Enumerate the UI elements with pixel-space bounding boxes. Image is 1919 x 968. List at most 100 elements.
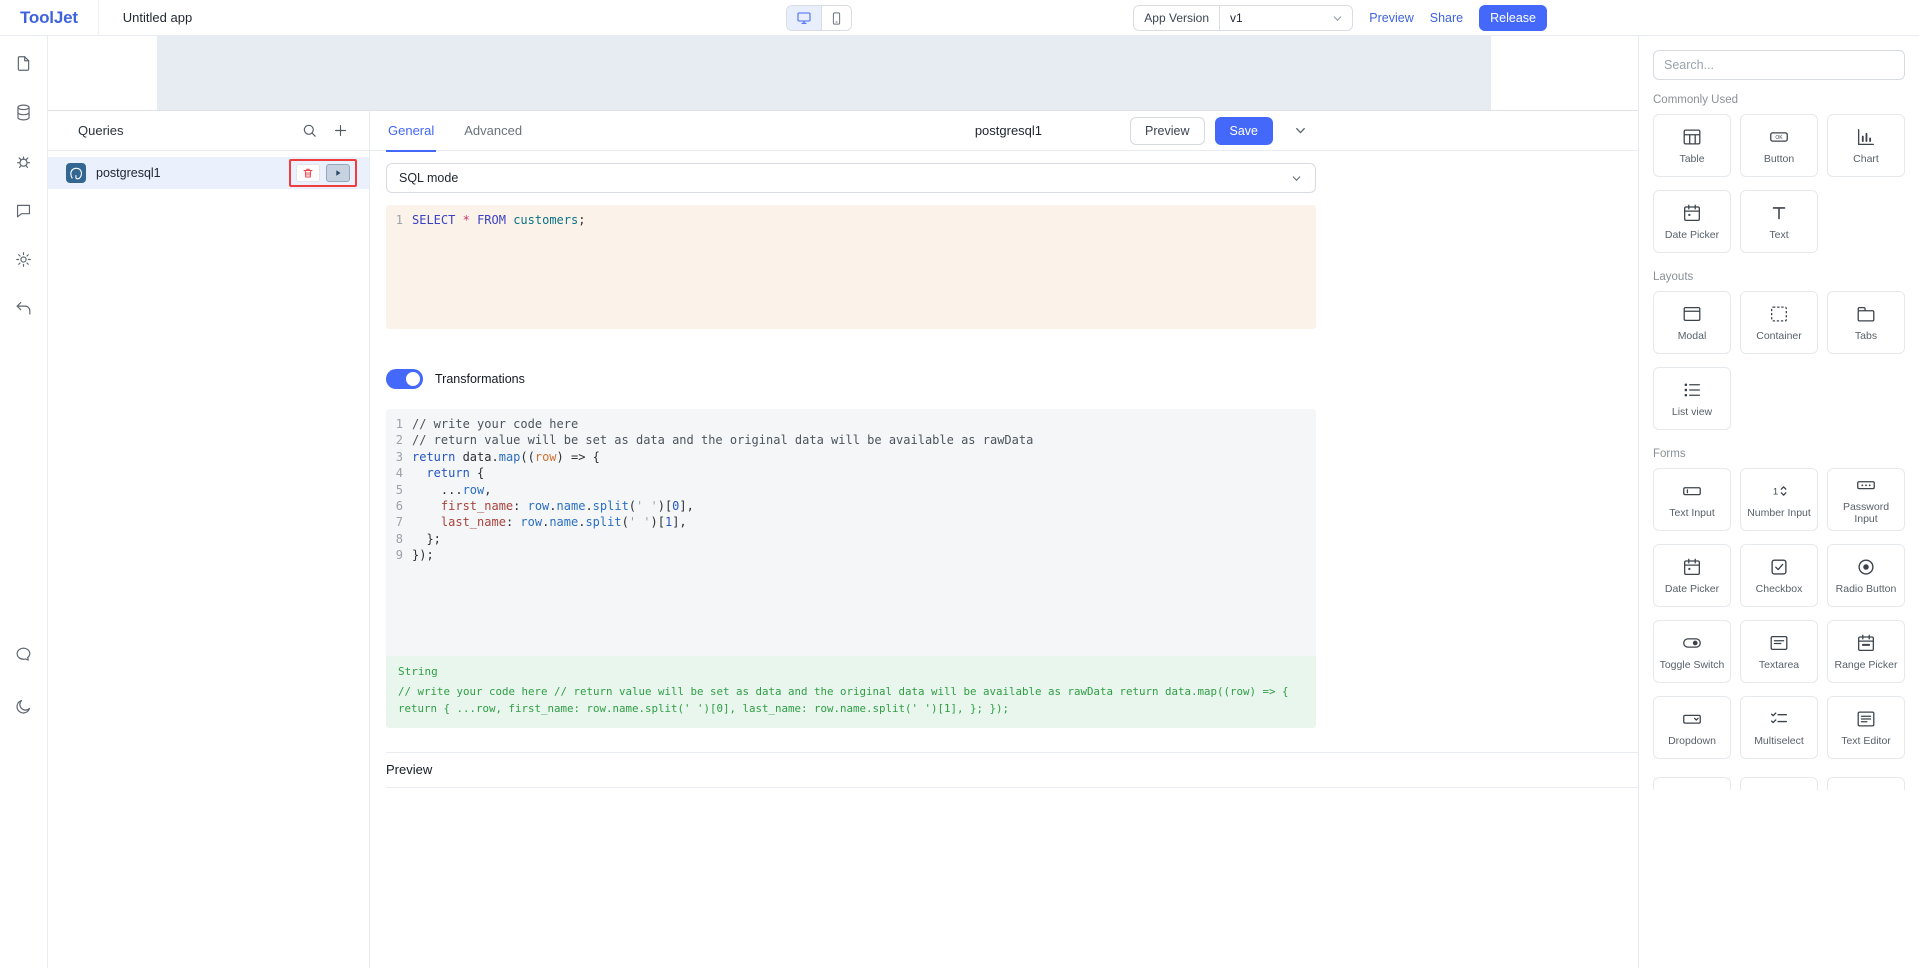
left-rail-bottom-items [0,638,47,722]
widget-card-button[interactable]: OK Button [1740,114,1818,177]
chat-bubble-icon [14,645,33,664]
line-number: 2 [386,432,412,448]
widget-card-password-input[interactable]: Password Input [1827,468,1905,531]
widget-card-range-picker[interactable]: Range Picker [1827,620,1905,683]
share-link[interactable]: Share [1430,11,1463,25]
widget-label: Button [1764,153,1794,165]
code-line: 3return data.map((row) => { [386,449,1316,465]
widget-label: Container [1756,330,1802,342]
tooljet-logo[interactable]: ToolJet [20,8,78,28]
chevron-down-icon [1293,123,1308,138]
widget-card-partial[interactable] [1653,777,1731,790]
widget-card-text-editor[interactable]: Text Editor [1827,696,1905,759]
app-title[interactable]: Untitled app [123,10,192,25]
rail-button-comments[interactable] [8,194,40,226]
mobile-view-button[interactable] [821,6,851,30]
widget-card-container[interactable]: Container [1740,291,1818,354]
workspace: Queries postgresql1 [48,36,1638,968]
preview-link[interactable]: Preview [1369,11,1413,25]
query-list: postgresql1 [48,151,369,189]
checkbox-icon [1768,556,1790,578]
tabs-icon [1855,303,1877,325]
widget-section-title: Forms [1653,448,1905,460]
widget-card-dropdown[interactable]: Dropdown [1653,696,1731,759]
rail-button-debugger[interactable] [8,145,40,177]
rail-button-datasources[interactable] [8,96,40,128]
widget-grid: Modal Container Tabs List view [1653,291,1905,430]
app-canvas[interactable] [157,36,1491,110]
line-number: 9 [386,547,412,563]
texteditor-icon [1855,708,1877,730]
app-version-label: App Version [1134,6,1220,30]
code-text: return data.map((row) => { [412,449,600,465]
rail-button-pages[interactable] [8,47,40,79]
widget-card-tabs[interactable]: Tabs [1827,291,1905,354]
delete-query-button[interactable] [296,164,320,182]
widget-card-date-picker[interactable]: Date Picker [1653,190,1731,253]
widget-section-title: Commonly Used [1653,94,1905,106]
widget-label: Password Input [1830,501,1902,525]
button-icon: OK [1768,126,1790,148]
rail-button-undo[interactable] [8,292,40,324]
code-line: 1SELECT * FROM customers; [386,212,1316,228]
query-save-button[interactable]: Save [1215,117,1274,145]
code-line: 4 return { [386,465,1316,481]
widget-card-modal[interactable]: Modal [1653,291,1731,354]
code-line: 2// return value will be set as data and… [386,432,1316,448]
widget-label: Text Input [1669,507,1715,519]
widget-search-input[interactable] [1664,58,1894,72]
query-list-item[interactable]: postgresql1 [48,157,369,189]
transformations-label: Transformations [435,372,525,386]
rail-button-settings[interactable] [8,243,40,275]
result-value: // write your code here // return value … [398,684,1304,717]
widget-label: Dropdown [1668,735,1716,747]
query-panel: Queries postgresql1 [48,110,1638,968]
tab-general[interactable]: General [386,111,436,151]
pages-icon [14,54,33,73]
widget-card-partial[interactable] [1827,777,1905,790]
rail-button-moon[interactable] [8,690,40,722]
widget-label: Multiselect [1754,735,1804,747]
rail-button-chat-bubble[interactable] [8,638,40,670]
desktop-view-button[interactable] [787,6,821,30]
widget-card-multiselect[interactable]: Multiselect [1740,696,1818,759]
query-preview-button[interactable]: Preview [1130,117,1204,145]
app-version-select[interactable]: App Version v1 [1133,5,1353,31]
query-mode-select[interactable]: SQL mode [386,163,1316,193]
widget-card-toggle-switch[interactable]: Toggle Switch [1653,620,1731,683]
tab-advanced[interactable]: Advanced [462,111,524,151]
widget-card-table[interactable]: Table [1653,114,1731,177]
widget-card-radio-button[interactable]: Radio Button [1827,544,1905,607]
transformation-result: String // write your code here // return… [386,656,1316,728]
widget-card-checkbox[interactable]: Checkbox [1740,544,1818,607]
widget-label: Tabs [1855,330,1877,342]
passwordinput-icon [1855,474,1877,496]
transformation-code-editor[interactable]: 1// write your code here2// return value… [386,409,1316,656]
widget-card-chart[interactable]: Chart [1827,114,1905,177]
widget-card-partial[interactable] [1740,777,1818,790]
code-line: 5 ...row, [386,482,1316,498]
widget-card-text-input[interactable]: Text Input [1653,468,1731,531]
widget-card-date-picker[interactable]: Date Picker [1653,544,1731,607]
sql-code-editor[interactable]: 1SELECT * FROM customers; [386,205,1316,329]
query-item-name: postgresql1 [96,166,161,180]
transformations-toggle[interactable] [386,369,423,389]
widget-card-number-input[interactable]: 1Number Input [1740,468,1818,531]
widget-sections: Commonly Used Table OK Button Chart Date Pick… [1653,94,1905,790]
widget-card-list-view[interactable]: List view [1653,367,1731,430]
widget-label: Checkbox [1756,583,1803,595]
widget-label: Text [1769,229,1788,241]
search-queries-button[interactable] [301,122,318,139]
collapse-panel-button[interactable] [1293,123,1308,138]
widget-card-text[interactable]: Text [1740,190,1818,253]
code-text: first_name: row.name.split(' ')[0], [412,498,694,514]
widget-label: Text Editor [1841,735,1891,747]
code-text: }); [412,547,434,563]
code-text: // return value will be set as data and … [412,432,1033,448]
run-query-button[interactable] [326,164,350,182]
chart-icon [1855,126,1877,148]
widgets-panel: Commonly Used Table OK Button Chart Date Pick… [1638,36,1919,968]
add-query-button[interactable] [332,122,349,139]
widget-card-textarea[interactable]: Textarea [1740,620,1818,683]
release-button[interactable]: Release [1479,5,1547,31]
